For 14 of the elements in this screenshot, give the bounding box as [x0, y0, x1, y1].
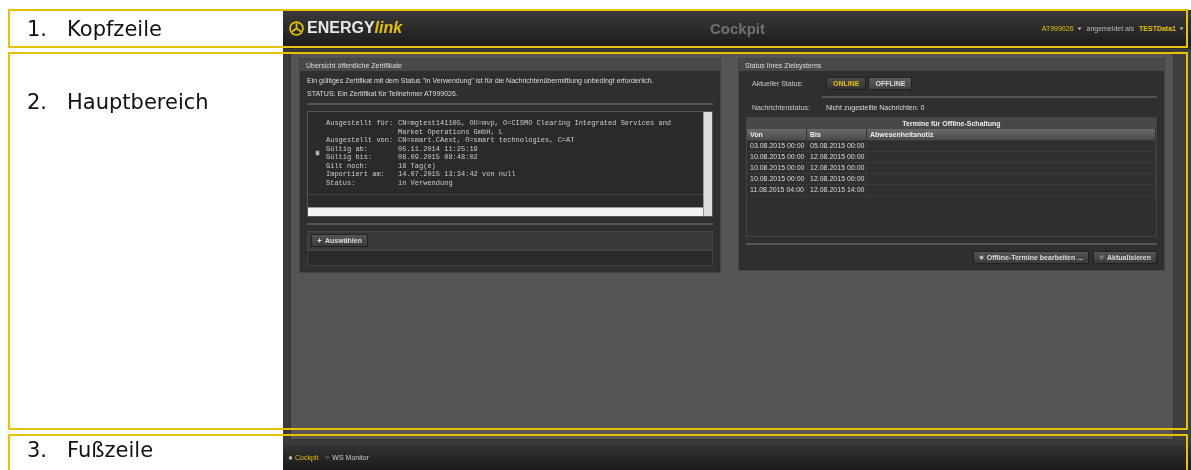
- annotation-label: 1. Kopfzeile: [27, 17, 162, 41]
- page-title: Cockpit: [710, 19, 765, 37]
- logo-text: ENERGYlink: [307, 19, 403, 37]
- logo-icon: [289, 20, 304, 36]
- plus-icon: [317, 238, 322, 243]
- chevrons-icon: [325, 455, 331, 460]
- trash-icon: [315, 150, 320, 156]
- home-icon: [288, 455, 293, 460]
- vertical-scrollbar[interactable]: [703, 112, 712, 216]
- refresh-icon: [1099, 255, 1105, 260]
- horizontal-scrollbar[interactable]: [308, 207, 703, 216]
- caret-icon: [1179, 25, 1184, 31]
- caret-icon: [1076, 25, 1082, 31]
- annotation-label: 2. Hauptbereich: [27, 90, 209, 114]
